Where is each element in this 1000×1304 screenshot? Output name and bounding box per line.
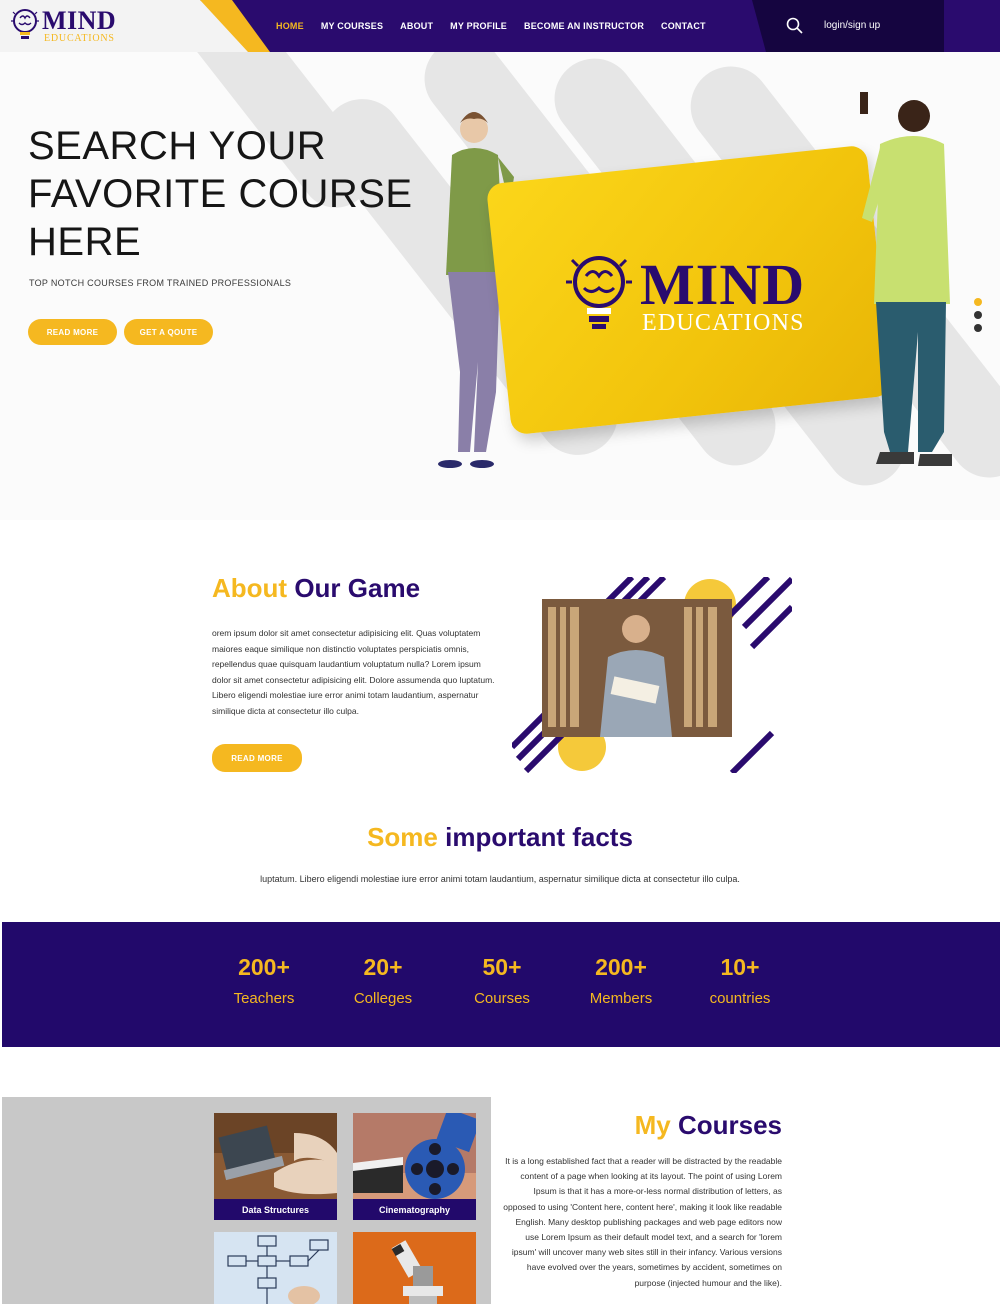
carousel-dot-2[interactable] [974,311,982,319]
nav-my-courses[interactable]: MY COURSES [321,21,383,31]
course-card-data-structures[interactable]: Data Structures [214,1113,337,1220]
carousel-dots [974,298,982,337]
facts-subtitle: luptatum. Libero eligendi molestiae iure… [260,874,740,884]
card-brand-name: MIND [640,252,806,317]
hero-section: SEARCH YOUR FAVORITE COURSE HERE TOP NOT… [0,52,1000,520]
nav-about[interactable]: ABOUT [400,21,433,31]
brand-name: MIND [42,6,117,35]
carousel-dot-3[interactable] [974,324,982,332]
stat-colleges: 20+ Colleges [353,954,413,1007]
course-image [214,1232,337,1304]
about-heading: About Our Game [212,573,421,603]
carousel-dot-1[interactable] [974,298,982,306]
top-navbar: MIND EDUCATIONS HOME MY COURSES ABOUT MY… [0,0,1000,52]
nav-become-instructor[interactable]: BECOME AN INSTRUCTOR [524,21,644,31]
stat-teachers: 200+ Teachers [233,954,295,1007]
hero-subtitle: TOP NOTCH COURSES FROM TRAINED PROFESSIO… [29,278,292,288]
about-image [512,577,792,773]
courses-heading: My Courses [634,1110,782,1140]
courses-text: It is a long established fact that a rea… [503,1156,782,1288]
main-menu: HOME MY COURSES ABOUT MY PROFILE BECOME … [276,0,723,52]
stat-countries: 10+ countries [709,954,771,1007]
facts-heading: Some important facts [367,822,633,852]
course-card-4[interactable] [353,1232,476,1304]
login-link[interactable]: login/sign up [824,20,880,31]
search-icon[interactable] [786,17,804,35]
get-quote-button[interactable]: GET A QOUTE [124,319,213,345]
stat-members: 200+ Members [589,954,653,1007]
brand-logo[interactable]: MIND EDUCATIONS [10,6,120,46]
lightbulb-brain-icon [11,9,39,39]
hero-read-more-button[interactable]: READ MORE [28,319,117,345]
course-image [353,1232,476,1304]
about-read-more-button[interactable]: READ MORE [212,744,302,772]
course-card-cinematography[interactable]: Cinematography [353,1113,476,1220]
nav-contact[interactable]: CONTACT [661,21,706,31]
stat-courses: 50+ Courses [474,954,530,1007]
course-label: Data Structures [214,1199,337,1220]
page: MIND EDUCATIONS HOME MY COURSES ABOUT MY… [0,0,1000,1304]
brand-tagline: EDUCATIONS [44,33,115,44]
lightbulb-brain-icon [566,256,632,329]
card-brand-tagline: EDUCATIONS [642,310,805,336]
man-illustration [860,92,952,466]
course-label: Cinematography [353,1199,476,1220]
about-text: orem ipsum dolor sit amet consectetur ad… [212,628,495,716]
nav-my-profile[interactable]: MY PROFILE [450,21,507,31]
stats-band: 200+ Teachers 20+ Colleges 50+ Courses 2… [2,922,1000,1047]
hero-title: SEARCH YOUR FAVORITE COURSE HERE [28,124,413,264]
course-card-3[interactable] [214,1232,337,1304]
nav-home[interactable]: HOME [276,21,304,31]
